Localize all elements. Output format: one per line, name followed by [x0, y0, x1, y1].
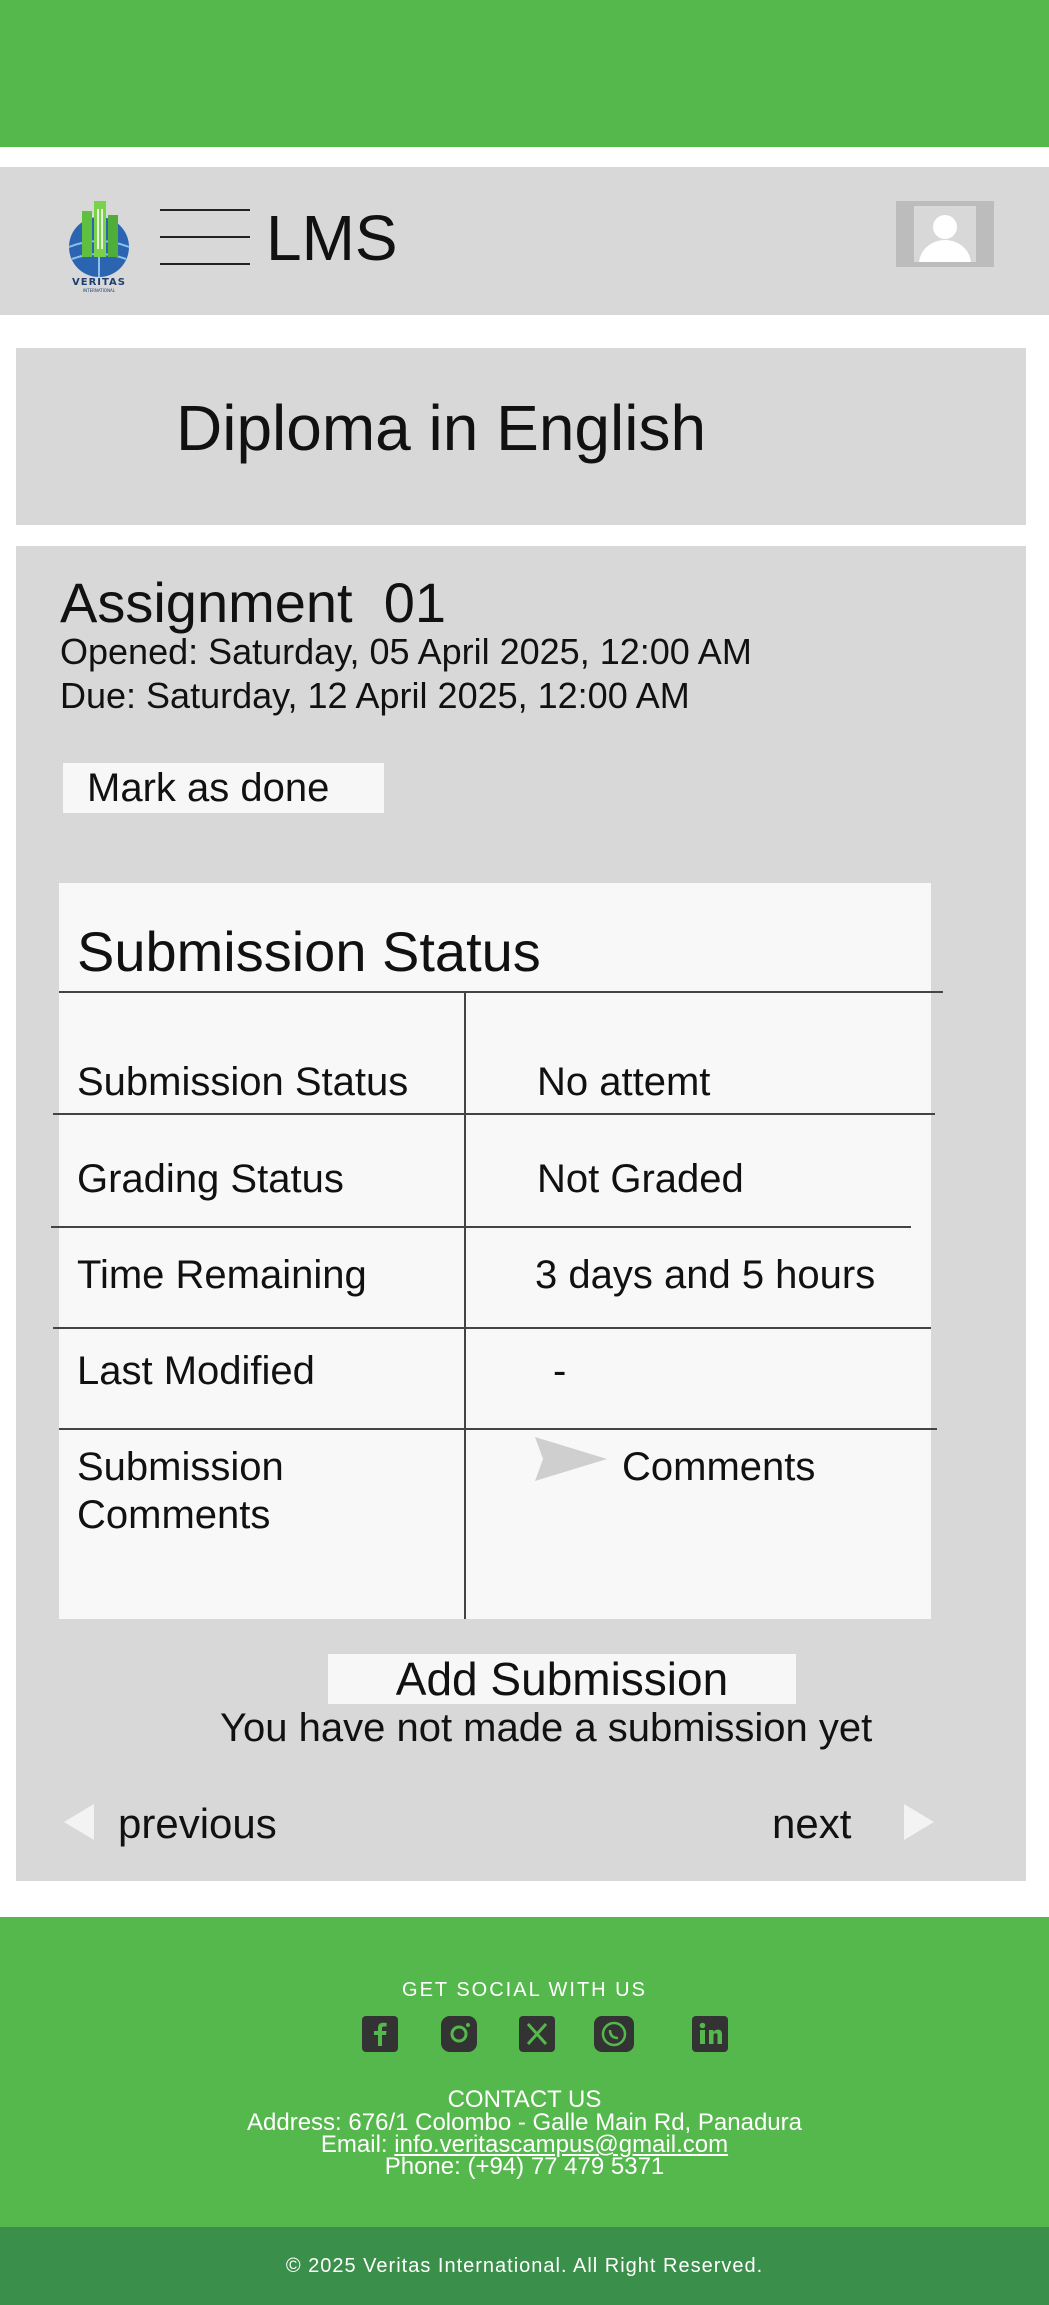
header-bar: VERITAS INTERNATIONAL LMS: [0, 167, 1049, 315]
row-value: -: [553, 1349, 567, 1393]
x-icon[interactable]: [519, 2016, 555, 2052]
footer: GET SOCIAL WITH US CONTACT US Address: 6…: [0, 1917, 1049, 2227]
divider: [51, 1226, 911, 1228]
row-label: Submission Comments: [77, 1445, 284, 1537]
assignment-panel: Assignment 01 Opened: Saturday, 05 April…: [16, 546, 1026, 1881]
copyright-text: © 2025 Veritas International. All Right …: [285, 2255, 764, 2277]
row-label: Submission Status: [77, 1060, 409, 1104]
row-label: Grading Status: [77, 1157, 344, 1201]
top-banner: [0, 0, 1049, 147]
course-banner: Diploma in English: [16, 348, 1026, 525]
row-label: Last Modified: [77, 1349, 315, 1393]
user-silhouette-icon: [914, 206, 976, 262]
email-prefix: Email:: [320, 2131, 395, 2158]
mark-as-done-button[interactable]: Mark as done: [63, 763, 384, 813]
add-submission-button[interactable]: Add Submission: [328, 1654, 796, 1704]
menu-icon[interactable]: [160, 209, 250, 265]
social-heading: GET SOCIAL WITH US: [402, 1979, 647, 2001]
row-label: Time Remaining: [77, 1253, 367, 1297]
opened-date: Opened: Saturday, 05 April 2025, 12:00 A…: [60, 631, 752, 672]
veritas-logo[interactable]: VERITAS INTERNATIONAL: [60, 197, 138, 293]
linkedin-icon[interactable]: [692, 2016, 728, 2052]
row-value: 3 days and 5 hours: [535, 1253, 876, 1297]
course-title: Diploma in English: [176, 392, 707, 464]
divider: [59, 991, 943, 993]
row-value: No attemt: [537, 1060, 711, 1104]
row-value: Not Graded: [537, 1157, 744, 1201]
due-date: Due: Saturday, 12 April 2025, 12:00 AM: [60, 675, 690, 716]
submission-status-table: Submission Status Submission Status No a…: [51, 883, 943, 1619]
user-avatar[interactable]: [896, 201, 994, 267]
column-divider: [464, 991, 466, 1619]
comments-link[interactable]: Comments: [622, 1443, 815, 1491]
arrow-left-icon: [64, 1804, 94, 1840]
comments-toggle-icon[interactable]: [535, 1437, 607, 1481]
previous-label: previous: [118, 1800, 277, 1847]
whatsapp-icon[interactable]: [594, 2016, 634, 2052]
instagram-icon[interactable]: [441, 2016, 477, 2052]
divider: [59, 1428, 937, 1430]
submission-note: You have not made a submission yet: [220, 1706, 873, 1750]
divider: [53, 1113, 935, 1115]
logo-subtext: INTERNATIONAL: [83, 288, 116, 293]
contact-phone: Phone: (+94) 77 479 5371: [384, 2153, 665, 2180]
social-links: [0, 2016, 1049, 2056]
next-label: next: [772, 1800, 852, 1847]
arrow-right-icon: [904, 1804, 934, 1840]
app-title: LMS: [266, 202, 398, 274]
divider: [53, 1327, 931, 1329]
assignment-title: Assignment 01: [60, 571, 446, 634]
submission-status-heading: Submission Status: [77, 920, 541, 983]
copyright-bar: © 2025 Veritas International. All Right …: [0, 2227, 1049, 2305]
facebook-icon[interactable]: [362, 2016, 398, 2052]
logo-text: VERITAS: [72, 277, 126, 288]
